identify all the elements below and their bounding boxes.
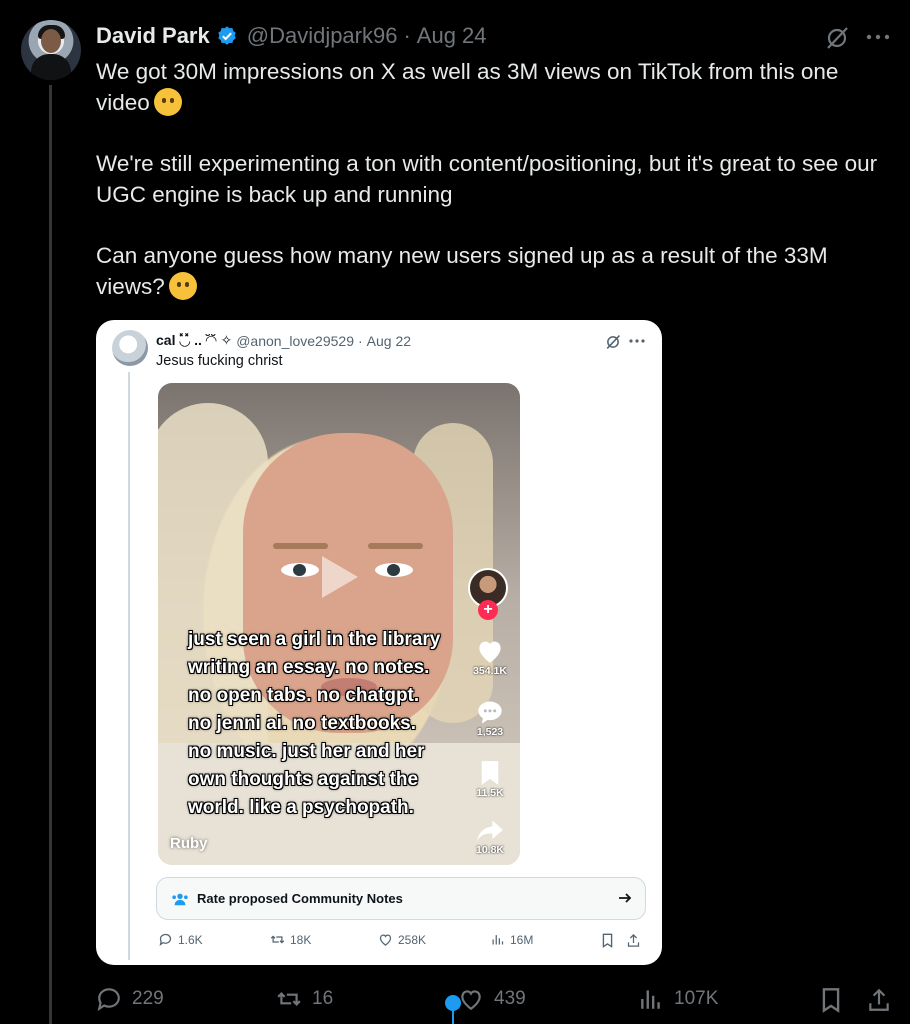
caption-line: own thoughts against the	[188, 769, 419, 790]
tweet-paragraph-2-text: We're still experimenting a ton with con…	[96, 151, 878, 207]
quote-repost-count: 18K	[290, 932, 312, 947]
quote-reply-button[interactable]: 1.6K	[158, 932, 203, 947]
separator-dot: ·	[403, 23, 411, 48]
views-chart-icon	[641, 990, 660, 1009]
tiktok-like-stat: 354.1K	[470, 638, 510, 677]
quote-date[interactable]: Aug 22	[367, 333, 411, 349]
caption-line: no music. just her and her	[188, 741, 425, 762]
repost-count: 16	[312, 988, 334, 1009]
quote-repost-button[interactable]: 18K	[270, 932, 311, 947]
caption-line: no jenni ai. no textbooks.	[188, 713, 417, 734]
author-avatar[interactable]	[21, 20, 81, 80]
repost-button[interactable]: 16	[276, 986, 333, 1012]
quote-header: cal ◟̽◞̽ .. ◜̆◝̆ ✧ @anon_love29529 · Aug…	[156, 332, 411, 349]
tiktok-share-count: 10.8K	[475, 844, 505, 856]
video-caption: just seen a girl in the library writing …	[188, 626, 488, 822]
heart-icon	[461, 990, 481, 1011]
caption-line: world. like a psychopath.	[188, 797, 414, 818]
tweet-date[interactable]: Aug 24	[417, 23, 487, 49]
like-count: 439	[494, 988, 526, 1009]
saluting-face-emoji-icon	[153, 88, 182, 116]
quote-like-count: 258K	[398, 932, 427, 947]
quote-thread-line	[128, 372, 130, 960]
tiktok-comment-stat: 1,523	[470, 699, 510, 738]
heart-icon	[479, 641, 501, 663]
video-player[interactable]: just seen a girl in the library writing …	[158, 383, 520, 865]
tiktok-save-stat: 11.5K	[470, 760, 510, 799]
quote-more-options-icon[interactable]	[629, 338, 645, 344]
community-notes-label: Rate proposed Community Notes	[197, 891, 403, 906]
reply-button[interactable]: 229	[96, 986, 164, 1012]
comment-bubble-icon	[478, 701, 502, 724]
tweet-action-bar: 229 16 439 107K	[96, 986, 896, 1016]
caption-line: just seen a girl in the library	[188, 629, 441, 650]
tweet-paragraph-1: We got 30M impressions on X as well as 3…	[96, 56, 896, 118]
verified-badge-icon[interactable]	[216, 25, 238, 47]
repost-icon	[277, 992, 301, 1006]
play-icon[interactable]	[318, 553, 360, 601]
quote-like-button[interactable]: 258K	[378, 932, 426, 947]
community-notes-bar[interactable]: Rate proposed Community Notes	[156, 877, 646, 920]
tweet-paragraph-3: Can anyone guess how many new users sign…	[96, 240, 896, 302]
heart-icon	[379, 934, 392, 946]
more-options-icon[interactable]	[866, 33, 890, 41]
thread-line	[49, 85, 52, 1024]
repost-icon	[270, 935, 285, 944]
views-chart-icon	[492, 935, 504, 945]
quote-author-handle[interactable]: @anon_love29529	[236, 333, 354, 349]
views-button[interactable]: 107K	[638, 986, 718, 1012]
tiktok-like-count: 354.1K	[473, 665, 507, 677]
thinking-face-emoji-icon	[168, 272, 197, 300]
reply-icon	[97, 988, 120, 1012]
quote-reply-count: 1.6K	[178, 932, 203, 947]
quote-share-icon[interactable]	[626, 933, 641, 948]
share-icon[interactable]	[866, 987, 892, 1013]
quote-view-count: 16M	[510, 932, 534, 947]
author-name[interactable]: David Park	[96, 23, 210, 49]
tweet-paragraph-1-text: We got 30M impressions on X as well as 3…	[96, 59, 839, 115]
tweet-header: David Park @Davidjpark96 · Aug 24	[96, 21, 487, 51]
cursor-indicator-dot	[445, 995, 461, 1011]
tiktok-follow-plus-icon: +	[478, 600, 498, 620]
quote-grok-icon[interactable]	[604, 333, 622, 351]
tiktok-creator-name: Ruby	[170, 835, 208, 852]
reply-icon	[159, 933, 172, 946]
caption-line: no open tabs. no chatgpt.	[188, 685, 420, 706]
like-button[interactable]: 439	[458, 986, 526, 1012]
quote-separator-dot: ·	[357, 332, 363, 349]
author-handle[interactable]: @Davidjpark96	[247, 23, 398, 49]
arrow-right-icon	[619, 893, 632, 903]
view-count: 107K	[674, 988, 719, 1009]
quote-author-avatar[interactable]	[112, 330, 148, 366]
quoted-tweet-card[interactable]: cal ◟̽◞̽ .. ◜̆◝̆ ✧ @anon_love29529 · Aug…	[96, 320, 662, 965]
tiktok-save-count: 11.5K	[476, 787, 504, 799]
bookmark-icon	[481, 761, 499, 785]
tweet-paragraph-3-text: Can anyone guess how many new users sign…	[96, 243, 828, 299]
tiktok-share-stat: 10.8K	[470, 819, 510, 856]
tiktok-comment-count: 1,523	[476, 726, 504, 738]
quote-views-button[interactable]: 16M	[490, 932, 533, 947]
quote-author-name[interactable]: cal ◟̽◞̽ .. ◜̆◝̆ ✧	[156, 332, 232, 349]
tweet-text: We got 30M impressions on X as well as 3…	[96, 56, 896, 332]
quote-bookmark-icon[interactable]	[600, 933, 615, 948]
reply-count: 229	[132, 988, 164, 1009]
grok-icon[interactable]	[823, 24, 851, 52]
quote-text: Jesus fucking christ	[156, 353, 283, 369]
community-notes-icon	[172, 893, 188, 905]
bookmark-icon[interactable]	[818, 987, 844, 1013]
tweet-paragraph-2: We're still experimenting a ton with con…	[96, 148, 896, 210]
share-arrow-icon	[477, 820, 503, 842]
caption-line: writing an essay. no notes.	[188, 657, 430, 678]
quote-action-bar: 1.6K 18K 258K 16M	[158, 932, 648, 952]
